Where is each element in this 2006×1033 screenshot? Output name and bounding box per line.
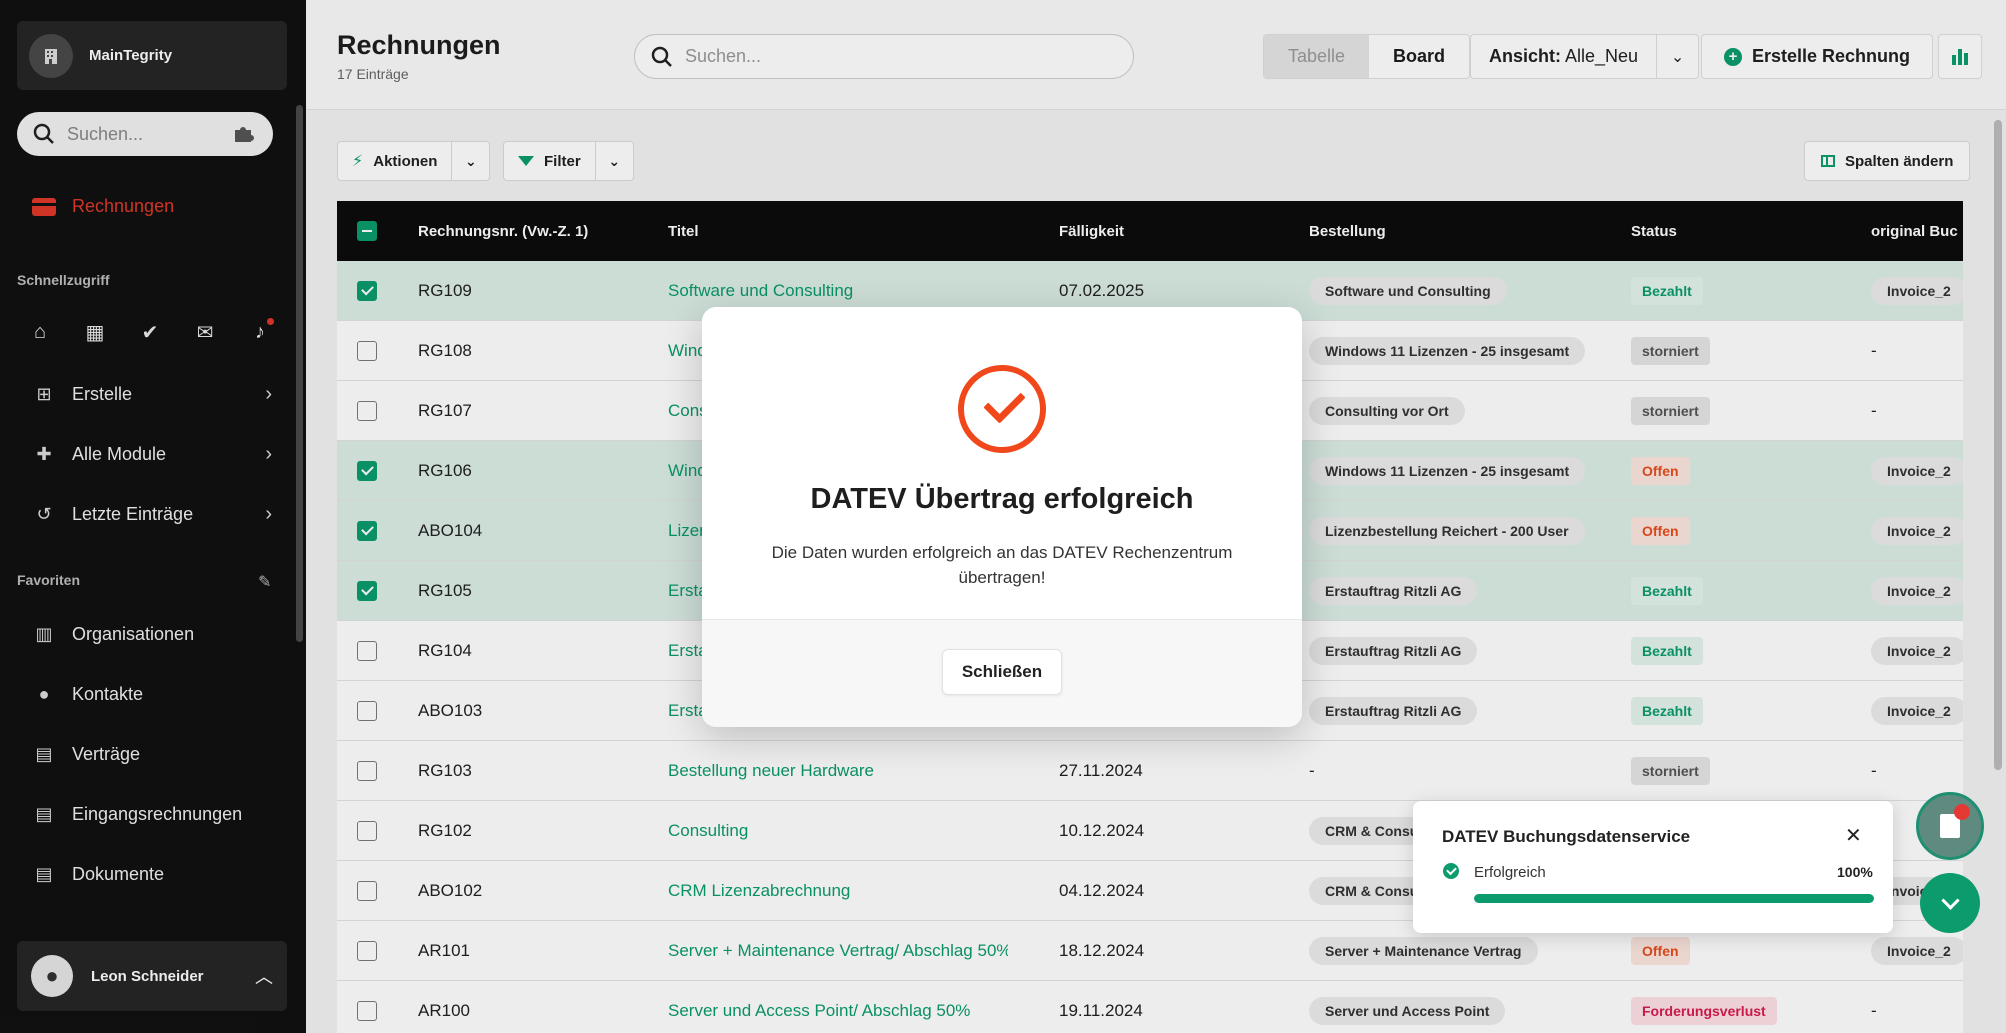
notification-dot [1954,804,1970,820]
toast-progress-label: 100% [1837,864,1873,880]
close-icon[interactable]: ✕ [1845,823,1862,848]
progress-bar-fill [1474,894,1874,903]
datev-toast: DATEV Buchungsdatenservice ✕ Erfolgreich… [1413,801,1893,933]
close-button[interactable]: Schließen [942,649,1062,695]
dialog-title: DATEV Übertrag erfolgreich [810,483,1194,515]
progress-bar [1474,894,1874,903]
check-circle-icon [1443,863,1459,879]
datev-export-button[interactable] [1916,792,1984,860]
toast-title: DATEV Buchungsdatenservice [1442,827,1691,846]
check-circle-icon [958,365,1046,453]
success-dialog: DATEV Übertrag erfolgreich Die Daten wur… [702,307,1302,727]
scroll-down-button[interactable] [1920,873,1980,933]
toast-status: Erfolgreich [1474,864,1546,881]
dialog-message: Die Daten wurden erfolgreich an das DATE… [771,543,1233,587]
